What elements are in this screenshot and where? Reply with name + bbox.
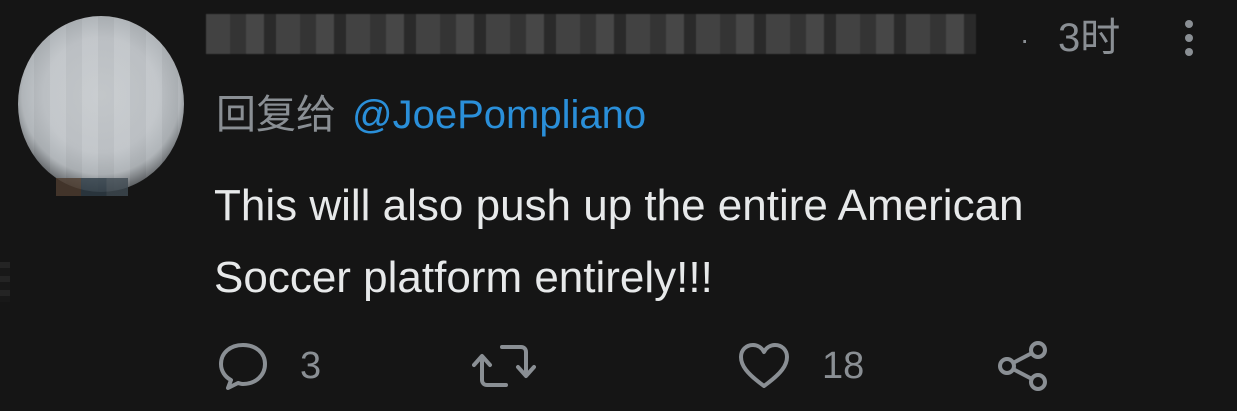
comment-bubble-icon bbox=[216, 340, 270, 392]
share-button[interactable] bbox=[996, 338, 1050, 394]
like-button[interactable]: 18 bbox=[736, 338, 864, 394]
avatar[interactable] bbox=[18, 16, 184, 192]
tweet-text: This will also push up the entire Americ… bbox=[214, 170, 1214, 314]
tweet-text-line: Soccer platform entirely!!! bbox=[214, 253, 713, 302]
reply-count: 3 bbox=[300, 345, 322, 387]
more-vertical-icon[interactable] bbox=[1178, 18, 1200, 58]
tweet-card[interactable]: · 3时 回复给 @JoePompliano This will also pus… bbox=[0, 0, 1237, 411]
timestamp[interactable]: 3时 bbox=[1058, 16, 1120, 60]
like-count: 18 bbox=[822, 345, 865, 387]
reply-button[interactable]: 3 bbox=[216, 338, 321, 394]
mention-link[interactable]: @JoePompliano bbox=[352, 93, 646, 137]
retweet-icon bbox=[472, 340, 536, 392]
avatar-pixelation-strip bbox=[56, 178, 128, 196]
tweet-text-line: This will also push up the entire Americ… bbox=[214, 181, 1024, 230]
header-separator: · bbox=[1020, 24, 1030, 55]
share-icon bbox=[996, 339, 1050, 393]
reply-prefix: 回复给 bbox=[216, 93, 336, 137]
heart-icon bbox=[736, 340, 792, 392]
retweet-button[interactable] bbox=[472, 338, 536, 394]
thread-edge-marks bbox=[0, 262, 10, 302]
blurred-author-name[interactable] bbox=[206, 14, 976, 54]
reply-context: 回复给 @JoePompliano bbox=[216, 90, 646, 140]
